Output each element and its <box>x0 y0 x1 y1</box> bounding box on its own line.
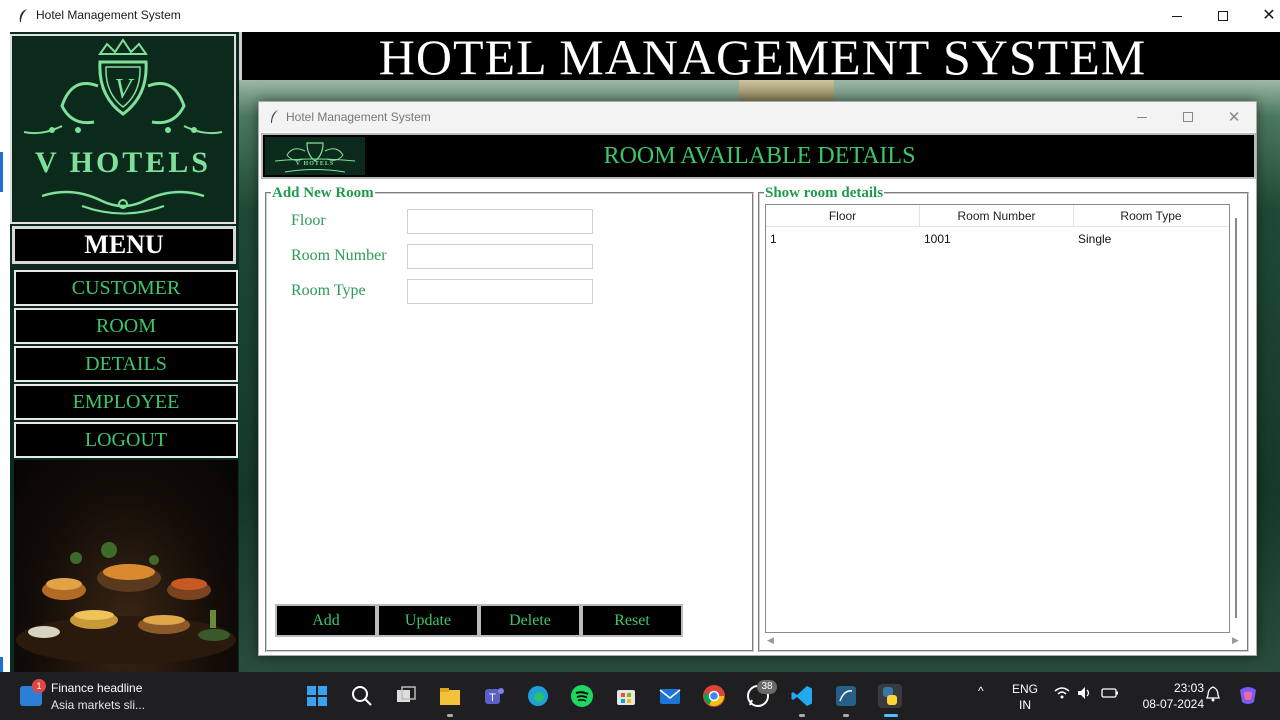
left-edge <box>0 32 10 672</box>
notification-settings-icon[interactable] <box>1206 686 1220 705</box>
maximize-button[interactable] <box>1200 0 1246 32</box>
window-title: Hotel Management System <box>36 8 181 22</box>
task-view-icon[interactable] <box>394 684 418 708</box>
banner-title: HOTEL MANAGEMENT SYSTEM <box>378 29 1147 85</box>
room-type-label: Room Type <box>291 282 366 299</box>
teams-icon[interactable]: T <box>482 684 506 708</box>
volume-icon[interactable] <box>1077 686 1093 703</box>
horizontal-scrollbar[interactable]: ◀ ▶ <box>765 633 1239 647</box>
microsoft-store-icon[interactable] <box>614 684 638 708</box>
menu-room-button[interactable]: ROOM <box>14 308 238 344</box>
news-subtext[interactable]: Asia markets sli... <box>51 698 145 712</box>
mail-icon[interactable] <box>658 684 682 708</box>
battery-icon[interactable] <box>1101 686 1119 703</box>
room-details-frame-title: Show room details <box>764 185 885 202</box>
minimize-icon <box>1172 15 1182 17</box>
room-number-input[interactable] <box>407 244 593 269</box>
menu-employee-button[interactable]: EMPLOYEE <box>14 384 238 420</box>
vscode-icon[interactable] <box>790 684 814 708</box>
table-cell-room-number: 1001 <box>924 232 951 246</box>
add-room-frame: Add New Room Floor Room Number Room Type… <box>265 185 754 652</box>
close-button[interactable]: ✕ <box>1246 0 1280 32</box>
room-table[interactable]: Floor Room Number Room Type 1 1001 Singl… <box>765 204 1230 633</box>
table-cell-floor: 1 <box>770 232 777 246</box>
python-icon[interactable] <box>878 684 902 708</box>
child-banner: V HOTELS ROOM AVAILABLE DETAILS <box>261 133 1256 179</box>
minimize-icon <box>1137 116 1147 118</box>
mysql-workbench-icon[interactable] <box>834 684 858 708</box>
search-icon[interactable] <box>350 684 374 708</box>
logo-emblem-icon <box>274 142 356 173</box>
child-close-button[interactable]: ✕ <box>1211 102 1257 132</box>
column-header-room-number[interactable]: Room Number <box>920 205 1074 227</box>
room-number-label: Room Number <box>291 247 387 264</box>
floor-label: Floor <box>291 212 326 229</box>
window-titlebar: Hotel Management System ✕ <box>0 0 1280 32</box>
maximize-icon <box>1218 11 1228 21</box>
child-window-title: Hotel Management System <box>286 110 431 124</box>
table-row[interactable]: 1 1001 Single <box>766 228 1229 250</box>
minimize-button[interactable] <box>1154 0 1200 32</box>
file-explorer-icon[interactable] <box>438 684 462 708</box>
show-hidden-icons[interactable]: ^ <box>978 684 984 698</box>
language-region[interactable]: IN <box>1019 698 1031 712</box>
news-headline[interactable]: Finance headline <box>51 681 142 695</box>
edge-icon[interactable] <box>526 684 550 708</box>
wifi-icon[interactable] <box>1054 686 1070 703</box>
table-cell-room-type: Single <box>1078 232 1112 246</box>
child-window-titlebar: Hotel Management System ✕ <box>259 102 1256 132</box>
news-badge: 1 <box>32 679 46 693</box>
hotel-logo: V V HOTELS <box>10 34 236 224</box>
menu-title: MENU <box>12 226 236 264</box>
small-logo: V HOTELS <box>265 137 365 175</box>
menu-customer-button[interactable]: CUSTOMER <box>14 270 238 306</box>
feather-icon <box>19 9 27 22</box>
room-type-input[interactable] <box>407 279 593 304</box>
table-header: Floor Room Number Room Type <box>766 205 1229 227</box>
logo-letter: V <box>114 74 132 105</box>
spotify-icon[interactable] <box>570 684 594 708</box>
maximize-icon <box>1183 112 1193 122</box>
whatsapp-badge: 38 <box>757 680 777 694</box>
language-indicator[interactable]: ENG <box>1012 682 1038 696</box>
chandelier-decoration <box>739 80 834 102</box>
food-image <box>14 460 238 672</box>
add-button[interactable]: Add <box>275 604 377 637</box>
windows-start-icon[interactable] <box>305 684 329 708</box>
clock-date[interactable]: 08-07-2024 <box>1134 697 1204 711</box>
update-button[interactable]: Update <box>377 604 479 637</box>
clock-time[interactable]: 23:03 <box>1160 681 1204 695</box>
app-banner: HOTEL MANAGEMENT SYSTEM <box>239 29 1280 85</box>
logo-name: V HOTELS <box>34 146 211 179</box>
copilot-icon[interactable] <box>1236 684 1260 711</box>
column-header-floor[interactable]: Floor <box>766 205 920 227</box>
child-maximize-button[interactable] <box>1165 102 1211 132</box>
delete-button[interactable]: Delete <box>479 604 581 637</box>
menu-details-button[interactable]: DETAILS <box>14 346 238 382</box>
taskbar: 1 Finance headline Asia markets sli... T… <box>0 672 1280 720</box>
reset-button[interactable]: Reset <box>581 604 683 637</box>
close-icon: ✕ <box>1227 109 1241 126</box>
feather-icon <box>271 110 278 123</box>
child-minimize-button[interactable] <box>1119 102 1165 132</box>
scroll-left-icon[interactable]: ◀ <box>767 635 774 646</box>
add-room-frame-title: Add New Room <box>271 185 375 202</box>
close-icon: ✕ <box>1262 7 1276 24</box>
vertical-scrollbar[interactable] <box>1231 204 1243 633</box>
small-logo-name: V HOTELS <box>295 161 335 167</box>
table-body: 1 1001 Single <box>766 228 1229 250</box>
column-header-room-type[interactable]: Room Type <box>1074 205 1228 227</box>
room-details-window: Hotel Management System ✕ V HOTELS ROOM … <box>258 101 1257 656</box>
scroll-right-icon[interactable]: ▶ <box>1232 635 1239 646</box>
chrome-icon[interactable] <box>702 684 726 708</box>
room-details-frame: Show room details Floor Room Number Room… <box>758 185 1249 652</box>
logo-emblem-icon <box>23 38 223 215</box>
child-banner-title: ROOM AVAILABLE DETAILS <box>603 143 916 169</box>
floor-input[interactable] <box>407 209 593 234</box>
menu-logout-button[interactable]: LOGOUT <box>14 422 238 458</box>
svg-text:T: T <box>489 692 496 704</box>
